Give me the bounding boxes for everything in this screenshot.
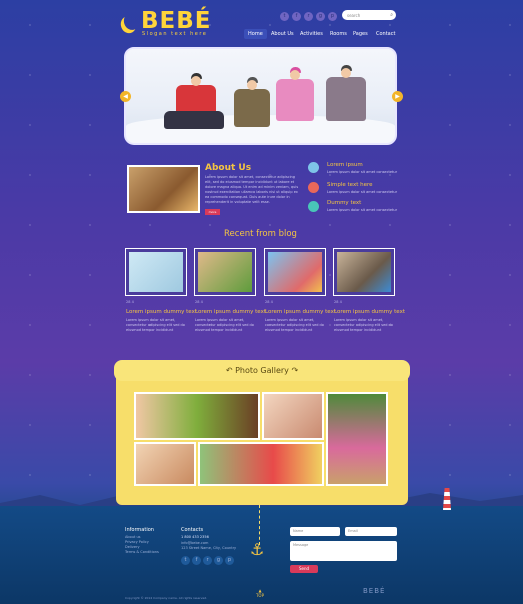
feature-title: Simple text here (327, 182, 373, 188)
footer-phone: 1 800 433 2356 (181, 535, 209, 539)
blog-image[interactable] (264, 248, 326, 296)
blog-section-title: Recent from blog (224, 229, 297, 239)
feature-text: Lorem ipsum dolor sit amet consectetur (327, 190, 398, 194)
blog-image[interactable] (333, 248, 395, 296)
search-placeholder: search (347, 13, 361, 18)
nav-rooms[interactable]: Rooms (326, 29, 351, 39)
anchor-icon: ⚓ (250, 540, 265, 559)
blog-post-title[interactable]: Lorem ipsum dummy text (334, 309, 405, 315)
twitter-icon[interactable]: t (280, 12, 289, 21)
child-figure (326, 65, 366, 121)
message-field[interactable]: Message (290, 541, 397, 561)
arrow-icon (308, 201, 319, 212)
blog-meta: 28 4 (126, 300, 134, 304)
feature-text: Lorem ipsum dolor sit amet consectetur (327, 170, 398, 174)
rss-icon[interactable]: r (304, 12, 313, 21)
copyright: Copyright © 2014 Company name. All right… (125, 596, 208, 600)
footer-contacts-title: Contacts (181, 527, 204, 533)
footer-logo: BEBÉ (363, 587, 386, 595)
search-input[interactable]: search ⌕ (342, 10, 396, 20)
nav-home[interactable]: Home (244, 29, 267, 39)
footer-link[interactable]: Terms & Conditions (125, 550, 159, 555)
slider-next-button[interactable]: ▶ (392, 91, 403, 102)
blog-meta: 28 4 (334, 300, 342, 304)
rss-icon[interactable]: r (203, 556, 212, 565)
pinterest-icon[interactable]: p (328, 12, 337, 21)
gallery-photo[interactable] (326, 392, 388, 486)
gallery-photo[interactable] (134, 442, 196, 486)
blog-post-title[interactable]: Lorem ipsum dummy text (126, 309, 197, 315)
facebook-icon[interactable]: f (292, 12, 301, 21)
feature-text: Lorem ipsum dolor sit amet consectetur (327, 208, 398, 212)
google-plus-icon[interactable]: g (316, 12, 325, 21)
about-text: Lorem ipsum dolor sit amet, consectetur … (205, 175, 299, 204)
blog-post-text: Lorem ipsum dolor sit amet, consectetur … (195, 318, 254, 332)
blog-post-title[interactable]: Lorem ipsum dummy text (195, 309, 266, 315)
email-field[interactable]: Email (345, 527, 397, 536)
footer-address: 123 Street Name, City, Country (181, 546, 237, 550)
blog-post-title[interactable]: Lorem ipsum dummy text (265, 309, 336, 315)
nav-activities[interactable]: Activities (296, 29, 327, 39)
plane-icon (308, 162, 319, 173)
nav-pages[interactable]: Pages (349, 29, 372, 39)
name-field[interactable]: Name (290, 527, 340, 536)
slider-prev-button[interactable]: ◀ (120, 91, 131, 102)
lifebuoy-icon (308, 182, 319, 193)
child-figure (234, 77, 270, 127)
pinterest-icon[interactable]: p (225, 556, 234, 565)
search-icon[interactable]: ⌕ (390, 12, 393, 18)
blog-image[interactable] (125, 248, 187, 296)
hero-slider[interactable] (124, 47, 397, 145)
gallery-next-icon[interactable]: ↷ (291, 366, 298, 375)
send-button[interactable]: Send (290, 565, 318, 573)
facebook-icon[interactable]: f (192, 556, 201, 565)
blog-post-text: Lorem ipsum dolor sit amet, consectetur … (334, 318, 393, 332)
blog-post-text: Lorem ipsum dolor sit amet, consectetur … (126, 318, 185, 332)
nav-contact[interactable]: Contact (372, 29, 399, 39)
gallery-photo[interactable] (198, 442, 324, 486)
blog-post-text: Lorem ipsum dolor sit amet, consectetur … (265, 318, 324, 332)
about-title: About Us (205, 163, 252, 173)
feature-title: Dummy text (327, 200, 362, 206)
blog-image[interactable] (194, 248, 256, 296)
back-to-top-button[interactable]: ▲ TOP (253, 588, 267, 600)
feature-title: Lorem ipsum (327, 162, 363, 168)
nav-about-us[interactable]: About Us (267, 29, 298, 39)
gallery-photo[interactable] (134, 392, 260, 440)
slogan: Slogan text here (142, 31, 208, 37)
about-image (127, 165, 200, 213)
gallery-title: ↶ Photo Gallery ↷ (114, 360, 410, 381)
google-plus-icon[interactable]: g (214, 556, 223, 565)
child-figure (276, 67, 314, 121)
blog-meta: 28 4 (195, 300, 203, 304)
blog-meta: 28 4 (265, 300, 273, 304)
moon-logo-icon (122, 11, 142, 32)
footer-information-title: Information (125, 527, 154, 533)
twitter-icon[interactable]: t (181, 556, 190, 565)
about-more-button[interactable]: more (205, 209, 220, 215)
gallery-photo[interactable] (262, 392, 324, 440)
gallery-prev-icon[interactable]: ↶ (226, 366, 235, 375)
